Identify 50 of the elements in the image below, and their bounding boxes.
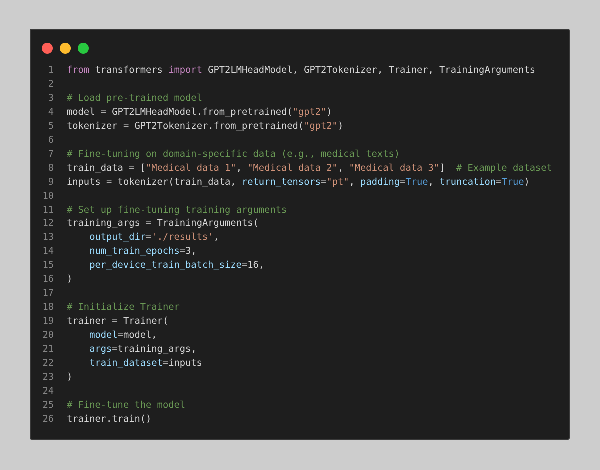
line-number: 4 xyxy=(47,106,54,120)
code-line: # Set up fine-tuning training arguments xyxy=(67,204,288,218)
window-control-icon[interactable] xyxy=(78,43,89,54)
code-line: train_dataset=inputs xyxy=(90,357,202,371)
line-number: 2 xyxy=(47,78,54,92)
window-control-icon[interactable] xyxy=(60,43,71,54)
line-number: 21 xyxy=(42,343,54,358)
code-line: inputs = tokenizer(train_data, return_tensors="pt", padding=True, truncation=True) xyxy=(67,176,530,190)
line-number: 20 xyxy=(42,329,54,344)
line-number: 7 xyxy=(47,148,54,162)
line-number: 19 xyxy=(42,315,54,330)
code-line: training_args = TrainingArguments( xyxy=(67,217,259,232)
code-line: ) xyxy=(67,370,73,385)
code-line: ) xyxy=(67,273,73,288)
code-line: trainer = Trainer( xyxy=(67,315,169,330)
line-number: 3 xyxy=(47,92,54,106)
line-number: 15 xyxy=(42,259,54,274)
line-number: 26 xyxy=(42,412,54,427)
line-number: 9 xyxy=(47,176,54,190)
line-number: 8 xyxy=(47,162,54,176)
window-control-icon[interactable] xyxy=(42,43,53,54)
line-number: 1 xyxy=(47,64,54,78)
code-line: model = GPT2LMHeadModel.from_pretrained("gpt2") xyxy=(67,106,332,120)
code-line: train_data = ["Medical data 1", "Medical data 2", "Medical data 3"] # Example dataset xyxy=(67,162,552,176)
code-line: trainer.train() xyxy=(67,412,152,427)
line-number: 22 xyxy=(42,357,54,371)
line-number: 25 xyxy=(42,398,54,413)
line-number: 16 xyxy=(42,273,54,288)
line-number: 13 xyxy=(42,231,54,246)
code-line: # Load pre-trained model xyxy=(67,92,202,106)
line-number: 6 xyxy=(47,134,54,148)
line-number: 14 xyxy=(42,245,54,260)
line-number: 5 xyxy=(47,120,54,134)
code-line: # Initialize Trainer xyxy=(67,301,180,316)
code-line: # Fine-tune the model xyxy=(67,398,186,413)
code-line: num_train_epochs=3, xyxy=(90,245,197,260)
line-number: 24 xyxy=(42,384,54,399)
code-line: from transformers import GPT2LMHeadModel, GPT2Tokenizer, Trainer, TrainingArguments xyxy=(67,64,536,78)
line-number: 12 xyxy=(42,217,54,232)
line-number: 10 xyxy=(42,190,54,204)
line-number: 23 xyxy=(42,370,54,385)
code-line: args=training_args, xyxy=(90,343,197,358)
code-line: per_device_train_batch_size=16, xyxy=(90,259,265,274)
line-number: 11 xyxy=(42,204,54,218)
line-number: 18 xyxy=(42,301,54,316)
line-number: 17 xyxy=(42,287,54,302)
code-line: model=model, xyxy=(90,329,158,344)
code-line: tokenizer = GPT2Tokenizer.from_pretrained("gpt2") xyxy=(67,120,344,134)
code-line: # Fine-tuning on domain-specific data (e.g., medical texts) xyxy=(67,148,400,162)
code-line: output_dir='./results', xyxy=(90,231,220,246)
